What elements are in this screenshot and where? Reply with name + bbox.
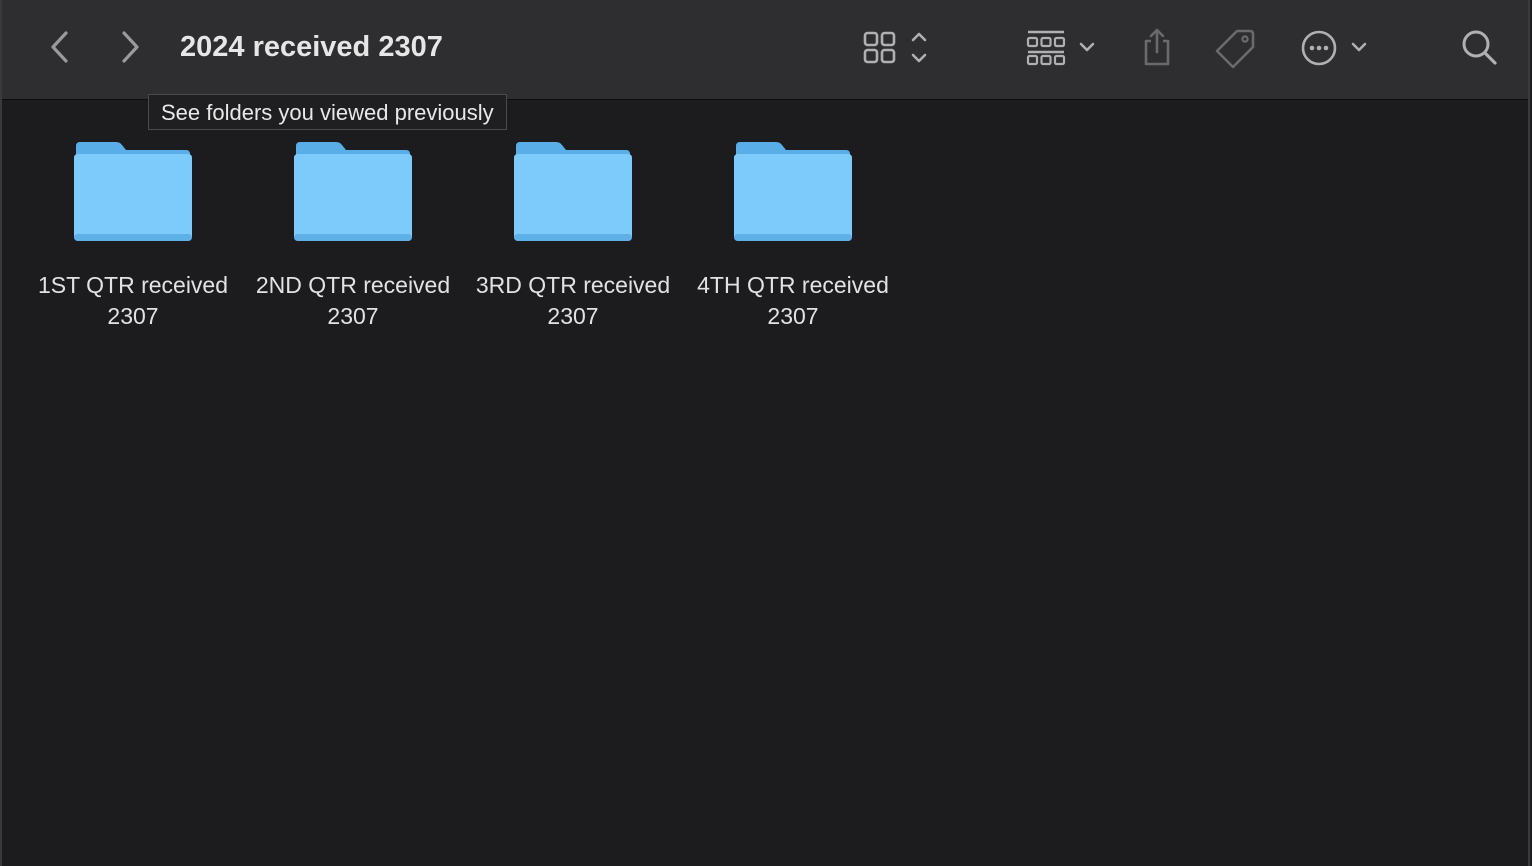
search-icon: [1462, 30, 1497, 65]
chevron-left-icon: [51, 31, 68, 63]
folder-icon: [294, 142, 412, 241]
grid-view-icon: [863, 31, 927, 64]
folder-label: 3RD QTR received 2307: [475, 272, 671, 329]
window-title: 2024 received 2307: [180, 31, 443, 63]
folder-label: 1ST QTR received 2307: [37, 272, 229, 329]
folder-icon: [734, 142, 852, 241]
folder-icon: [74, 142, 192, 241]
forward-button[interactable]: [110, 24, 150, 70]
group-icon: [1026, 30, 1095, 66]
folder-item[interactable]: 1ST QTR received 2307: [23, 140, 243, 340]
share-button[interactable]: [1136, 24, 1178, 70]
chevron-right-icon: [122, 31, 139, 63]
back-button[interactable]: [40, 24, 80, 70]
finder-window: 2024 received 2307 See folders you viewe…: [0, 0, 1530, 866]
folder-icon: [514, 142, 632, 241]
toolbar: 2024 received 2307: [2, 0, 1528, 100]
more-actions-button[interactable]: [1298, 26, 1374, 70]
tag-button[interactable]: [1212, 26, 1258, 70]
folder-item[interactable]: 2ND QTR received 2307: [243, 140, 463, 340]
folder-label: 2ND QTR received 2307: [255, 272, 451, 329]
view-mode-button[interactable]: [858, 26, 938, 70]
tooltip: See folders you viewed previously: [148, 94, 507, 130]
share-icon: [1144, 28, 1170, 66]
folder-label: 4TH QTR received 2307: [697, 272, 889, 329]
ellipsis-circle-icon: [1301, 30, 1367, 66]
group-button[interactable]: [1020, 26, 1102, 70]
folder-item[interactable]: 4TH QTR received 2307: [683, 140, 903, 340]
search-button[interactable]: [1456, 24, 1502, 70]
tag-icon: [1215, 29, 1255, 69]
folder-item[interactable]: 3RD QTR received 2307: [463, 140, 683, 340]
